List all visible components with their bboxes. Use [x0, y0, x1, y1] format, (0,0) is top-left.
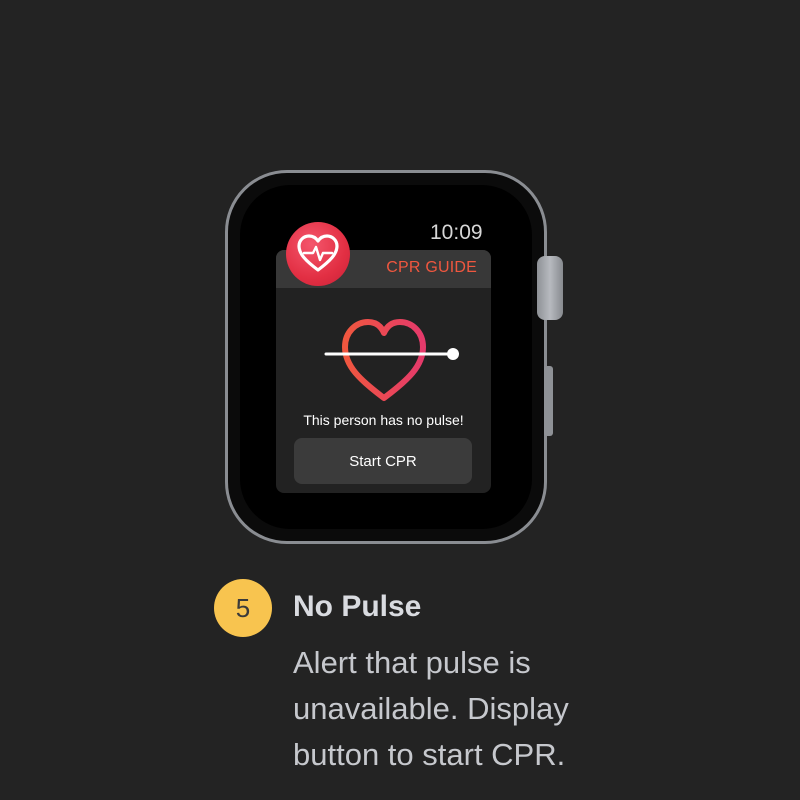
app-title: CPR GUIDE — [386, 259, 477, 276]
step-title: No Pulse — [293, 590, 422, 623]
clock-time: 10:09 — [430, 221, 483, 244]
heart-slider-icon — [318, 314, 468, 404]
alert-message: This person has no pulse! — [303, 412, 464, 428]
slide: 10:09 CPR GUIDE This person has no pulse… — [0, 0, 800, 800]
step-description: Alert that pulse is unavailable. Display… — [293, 645, 569, 772]
heart-pulse-icon — [286, 222, 350, 286]
start-cpr-button[interactable]: Start CPR — [294, 438, 472, 484]
side-button[interactable] — [544, 366, 553, 436]
digital-crown[interactable] — [537, 256, 563, 320]
step-number-badge: 5 — [214, 579, 272, 637]
